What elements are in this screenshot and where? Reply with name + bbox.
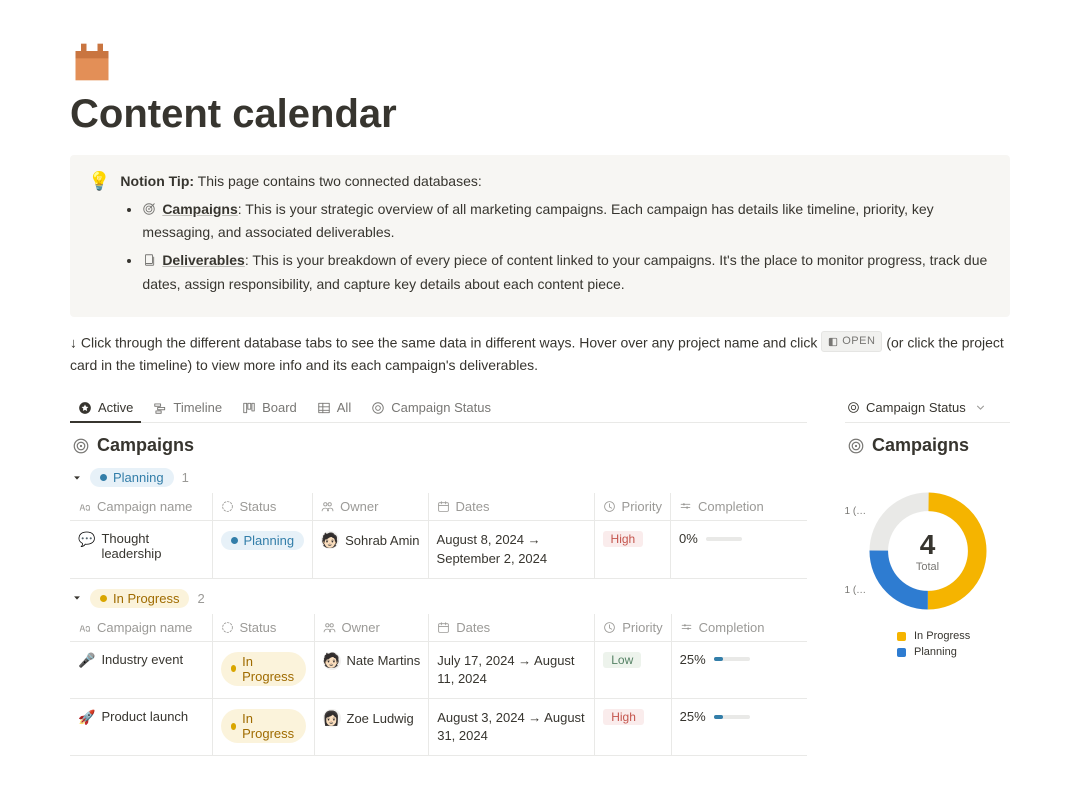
chevron-down-icon — [974, 401, 987, 414]
db-title[interactable]: Campaigns — [72, 435, 807, 456]
table-row[interactable]: 🚀Product launch In Progress 👩🏻Zoe Ludwig… — [70, 699, 807, 756]
page-title: Content calendar — [70, 92, 1010, 137]
avatar-icon: 👩🏻 — [323, 709, 341, 727]
legend-item: In Progress — [845, 630, 1010, 642]
group-status-pill: Planning — [90, 468, 174, 487]
donut-icon — [847, 401, 860, 414]
row-emoji-icon: 🚀 — [78, 709, 95, 726]
legend-swatch — [897, 648, 906, 657]
row-emoji-icon: 💬 — [78, 531, 95, 548]
owner-cell[interactable]: 🧑🏻Sohrab Amin — [321, 531, 419, 549]
calendar-icon — [70, 40, 114, 84]
target-icon — [72, 437, 90, 455]
priority-pill[interactable]: High — [603, 531, 644, 547]
dates-cell[interactable]: August 8, 2024 → September 2, 2024 — [428, 521, 594, 578]
side-tab-campaign-status[interactable]: Campaign Status — [845, 394, 1010, 423]
priority-pill[interactable]: Low — [603, 652, 641, 668]
owner-cell[interactable]: 👩🏻Zoe Ludwig — [323, 709, 421, 727]
deliverables-link[interactable]: Deliverables — [162, 252, 245, 268]
page: Content calendar 💡 Notion Tip: This page… — [0, 0, 1080, 796]
group-count: 1 — [182, 470, 189, 485]
tab-active[interactable]: Active — [70, 394, 141, 423]
owner-cell[interactable]: 🧑🏻Nate Martins — [323, 652, 421, 670]
documents-icon — [142, 252, 156, 274]
callout-item-deliverables: Deliverables: This is your breakdown of … — [142, 250, 992, 295]
callout-item-campaigns: Campaigns: This is your strategic overvi… — [142, 199, 992, 244]
open-icon — [828, 337, 838, 347]
priority-pill[interactable]: High — [603, 709, 644, 725]
tab-board[interactable]: Board — [234, 394, 305, 422]
donut-legend: In Progress Planning — [845, 630, 1010, 658]
row-emoji-icon: 🎤 — [78, 652, 95, 669]
avatar-icon: 🧑🏻 — [323, 652, 341, 670]
group-status-pill: In Progress — [90, 589, 189, 608]
table-icon — [317, 401, 331, 415]
group-header[interactable]: In Progress 2 — [72, 589, 807, 608]
dates-cell[interactable]: July 17, 2024 → August 11, 2024 — [429, 641, 595, 698]
target-icon — [142, 201, 156, 223]
tip-label: Notion Tip: — [120, 173, 194, 189]
hint-text: ↓ Click through the different database t… — [70, 331, 1010, 376]
group-header[interactable]: Planning 1 — [72, 468, 807, 487]
donut-total-label: Total — [916, 561, 939, 573]
tab-campaign-status[interactable]: Campaign Status — [363, 394, 499, 422]
avatar-icon: 🧑🏻 — [321, 531, 339, 549]
donut-chart: 1 (… 1 (… 4 Total — [863, 486, 993, 616]
db-table: Campaign name Status Owner Dates Priorit… — [70, 614, 807, 757]
status-pill[interactable]: In Progress — [221, 709, 306, 743]
table-row[interactable]: 🎤Industry event In Progress 🧑🏻Nate Marti… — [70, 641, 807, 698]
legend-swatch — [897, 632, 906, 641]
status-pill[interactable]: Planning — [221, 531, 305, 550]
row-name[interactable]: 🚀Product launch — [78, 709, 204, 726]
timeline-icon — [153, 401, 167, 415]
tab-timeline[interactable]: Timeline — [145, 394, 230, 422]
side-database: Campaign Status Campaigns 1 (… 1 (… 4 To… — [845, 394, 1010, 662]
notion-tip-callout: 💡 Notion Tip: This page contains two con… — [70, 155, 1010, 317]
row-name[interactable]: 💬Thought leadership — [78, 531, 204, 561]
row-name[interactable]: 🎤Industry event — [78, 652, 204, 669]
dates-cell[interactable]: August 3, 2024 → August 31, 2024 — [429, 699, 595, 756]
collapse-toggle-icon[interactable] — [72, 470, 82, 486]
tab-all[interactable]: All — [309, 394, 359, 422]
side-db-title[interactable]: Campaigns — [847, 435, 1010, 456]
completion-cell: 25% — [680, 709, 799, 724]
status-pill[interactable]: In Progress — [221, 652, 306, 686]
tip-text: This page contains two connected databas… — [194, 173, 482, 189]
donut-icon — [371, 401, 385, 415]
board-icon — [242, 401, 256, 415]
db-table: Campaign name Status Owner Dates Priorit… — [70, 493, 807, 578]
target-icon — [847, 437, 865, 455]
completion-cell: 0% — [679, 531, 799, 546]
callout-body: Notion Tip: This page contains two conne… — [120, 171, 992, 301]
lightbulb-icon: 💡 — [88, 171, 110, 301]
group-count: 2 — [197, 591, 204, 606]
table-row[interactable]: 💬Thought leadership Planning 🧑🏻Sohrab Am… — [70, 521, 807, 578]
collapse-toggle-icon[interactable] — [72, 590, 82, 606]
donut-total-number: 4 — [920, 529, 936, 561]
star-circle-icon — [78, 401, 92, 415]
open-pill: OPEN — [821, 331, 882, 352]
main-database: Active Timeline Board All Campaign Statu… — [70, 394, 807, 756]
completion-cell: 25% — [680, 652, 799, 667]
campaigns-link[interactable]: Campaigns — [162, 201, 237, 217]
legend-item: Planning — [845, 646, 1010, 658]
db-tabs: Active Timeline Board All Campaign Statu… — [70, 394, 807, 423]
